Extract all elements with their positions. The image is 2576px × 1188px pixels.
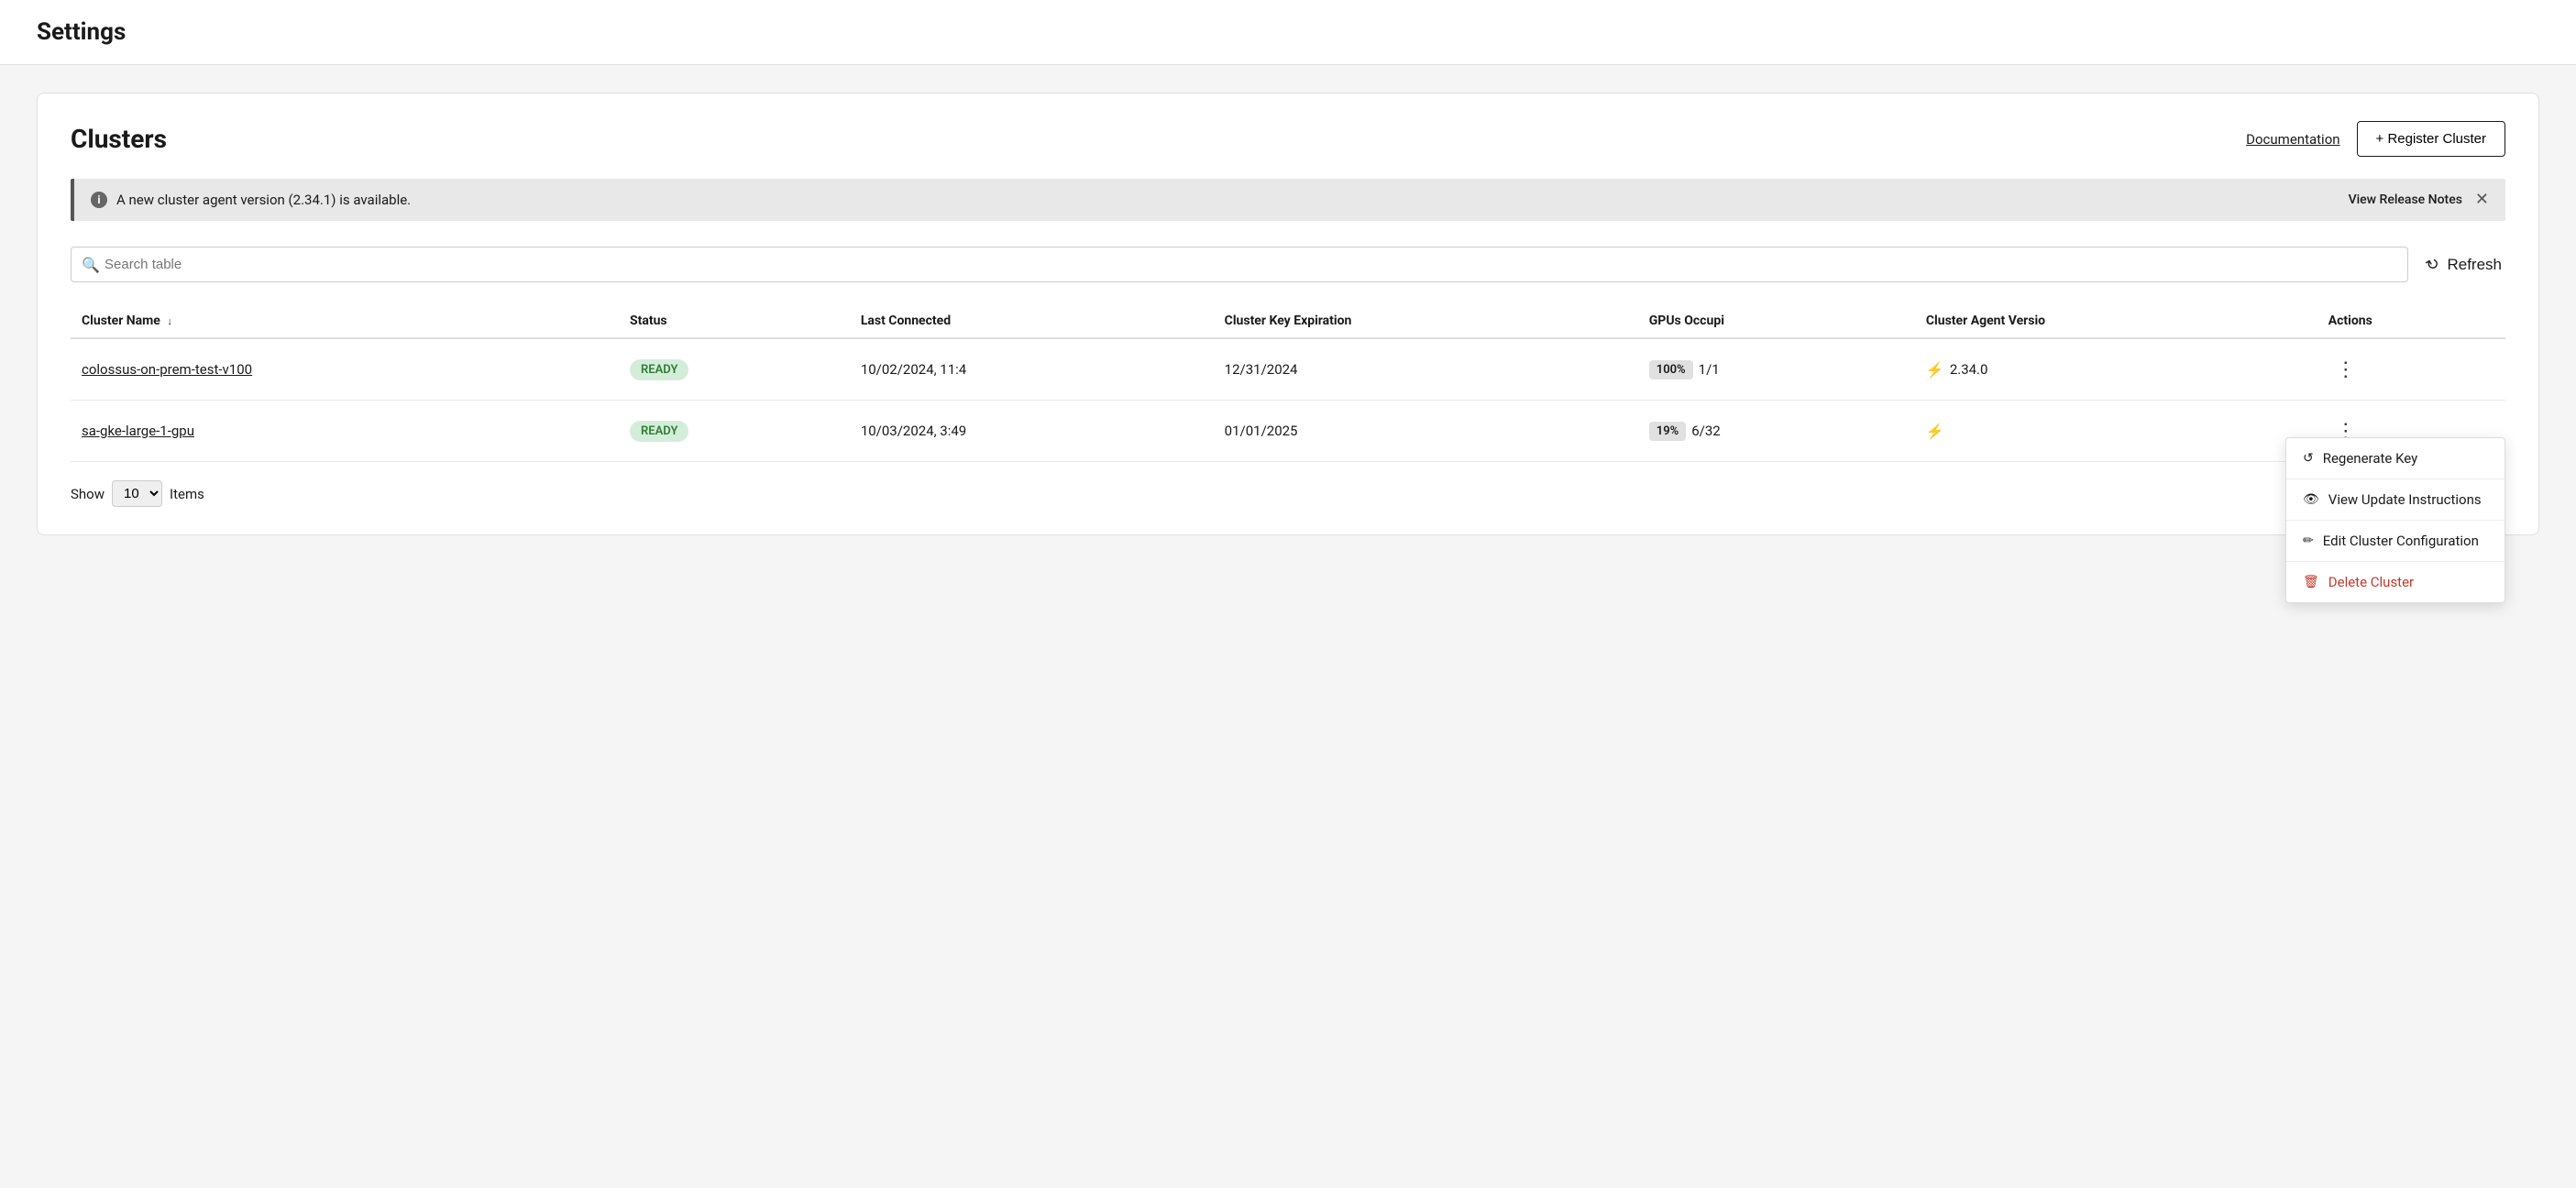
col-header-gpus: GPUs Occupi	[1638, 304, 1915, 338]
status-cell-1: READY	[619, 338, 850, 401]
col-header-key-expiration: Cluster Key Expiration	[1214, 304, 1638, 338]
gpu-cell-2: 19% 6/32	[1638, 401, 1915, 462]
eye-icon: 👁	[2303, 492, 2319, 507]
cluster-name-cell: colossus-on-prem-test-v100	[71, 338, 619, 401]
gpu-count-1: 1/1	[1699, 361, 1720, 378]
refresh-label: Refresh	[2447, 256, 2502, 274]
cluster-link-2[interactable]: sa-gke-large-1-gpu	[82, 423, 194, 439]
close-alert-icon[interactable]: ✕	[2475, 192, 2489, 208]
actions-cell-1: ⋮	[2317, 338, 2505, 401]
show-items-control: Show 10 25 50 Items	[71, 480, 204, 507]
status-badge-1: READY	[630, 359, 688, 380]
key-expiration-cell-2: 01/01/2025	[1214, 401, 1638, 462]
agent-version-cell-1: ⚡ 2.34.0	[1915, 338, 2317, 401]
alert-banner: i A new cluster agent version (2.34.1) i…	[71, 179, 2505, 221]
edit-cluster-config-item[interactable]: ✏ Edit Cluster Configuration	[2286, 521, 2504, 561]
regenerate-key-label: Regenerate Key	[2323, 450, 2418, 467]
col-header-agent-version: Cluster Agent Versio	[1915, 304, 2317, 338]
table-header-row: Cluster Name ↓ Status Last Connected Clu…	[71, 304, 2505, 338]
gpu-cell-1: 100% 1/1	[1638, 338, 1915, 401]
status-cell-2: READY	[619, 401, 850, 462]
items-label: Items	[170, 486, 204, 502]
search-input[interactable]	[71, 247, 2408, 282]
clusters-table: Cluster Name ↓ Status Last Connected Clu…	[71, 304, 2505, 462]
search-icon: 🔍	[82, 256, 100, 273]
sort-icon: ↓	[167, 315, 172, 327]
key-expiration-cell-1: 12/31/2024	[1214, 338, 1638, 401]
table-row: colossus-on-prem-test-v100 READY 10/02/2…	[71, 338, 2505, 401]
actions-menu-button-1[interactable]: ⋮	[2328, 354, 2363, 385]
toolbar: 🔍 ↻ Refresh	[71, 247, 2505, 282]
gpu-pct-1: 100%	[1649, 360, 1693, 380]
documentation-link[interactable]: Documentation	[2246, 131, 2339, 148]
clusters-title: Clusters	[71, 124, 167, 154]
search-wrap: 🔍	[71, 247, 2408, 282]
refresh-icon: ↻	[2423, 253, 2443, 275]
clusters-card: Clusters Documentation + Register Cluste…	[37, 93, 2539, 535]
alert-message: A new cluster agent version (2.34.1) is …	[116, 192, 411, 208]
status-badge-2: READY	[630, 421, 688, 442]
cluster-link-1[interactable]: colossus-on-prem-test-v100	[82, 361, 252, 378]
card-actions: Documentation + Register Cluster	[2246, 121, 2505, 157]
col-header-actions: Actions	[2317, 304, 2505, 338]
refresh-button[interactable]: ↻ Refresh	[2423, 248, 2505, 281]
col-header-name[interactable]: Cluster Name ↓	[71, 304, 619, 338]
actions-cell-2: ⋮ ↺ Regenerate Key 👁 View Upd	[2317, 401, 2505, 462]
table-footer: Show 10 25 50 Items ‹ 1 ›	[71, 462, 2505, 507]
register-cluster-button[interactable]: + Register Cluster	[2357, 121, 2505, 157]
delete-cluster-item[interactable]: 🗑 Delete Cluster	[2286, 562, 2504, 602]
gpu-warning-icon-1: ⚡	[1926, 361, 1944, 379]
card-header: Clusters Documentation + Register Cluste…	[71, 121, 2505, 157]
trash-icon: 🗑	[2303, 575, 2319, 589]
items-per-page-select[interactable]: 10 25 50	[112, 480, 162, 507]
last-connected-cell-1: 10/02/2024, 11:4	[850, 338, 1214, 401]
regenerate-key-icon: ↺	[2303, 451, 2314, 466]
regenerate-key-item[interactable]: ↺ Regenerate Key	[2286, 438, 2504, 478]
show-label: Show	[71, 486, 105, 502]
view-update-instructions-item[interactable]: 👁 View Update Instructions	[2286, 479, 2504, 520]
gpu-count-2: 6/32	[1691, 423, 1720, 439]
view-release-notes-link[interactable]: View Release Notes	[2349, 192, 2462, 207]
info-icon: i	[91, 192, 107, 208]
actions-dropdown: ↺ Regenerate Key 👁 View Update Instructi…	[2285, 437, 2505, 603]
gpu-pct-2: 19%	[1649, 422, 1686, 441]
agent-version-text-1: 2.34.0	[1950, 361, 1988, 378]
edit-config-label: Edit Cluster Configuration	[2323, 533, 2479, 549]
agent-version-cell-2: ⚡	[1915, 401, 2317, 462]
view-update-label: View Update Instructions	[2328, 491, 2482, 508]
delete-cluster-label: Delete Cluster	[2328, 574, 2414, 590]
table-row: sa-gke-large-1-gpu READY 10/03/2024, 3:4…	[71, 401, 2505, 462]
page-title: Settings	[37, 18, 126, 46]
cluster-name-cell: sa-gke-large-1-gpu	[71, 401, 619, 462]
clusters-table-wrap: Cluster Name ↓ Status Last Connected Clu…	[71, 304, 2505, 462]
col-header-last-connected: Last Connected	[850, 304, 1214, 338]
col-header-status: Status	[619, 304, 850, 338]
last-connected-cell-2: 10/03/2024, 3:49	[850, 401, 1214, 462]
page-header: Settings	[0, 0, 2576, 65]
edit-icon: ✏	[2303, 534, 2314, 548]
gpu-warning-icon-2: ⚡	[1926, 423, 1944, 440]
